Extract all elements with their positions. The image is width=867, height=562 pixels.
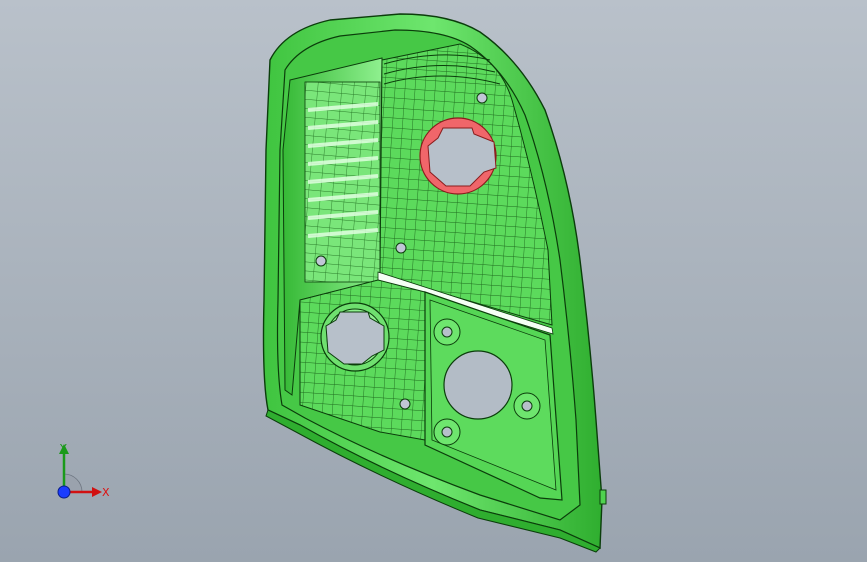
reflector-slats <box>304 81 381 283</box>
y-axis-label: Y <box>60 442 67 455</box>
x-axis-label: X <box>102 486 110 499</box>
coordinate-triad <box>57 444 102 499</box>
selected-bulb-socket <box>419 117 497 195</box>
z-axis-dot <box>57 485 71 499</box>
graphics-viewport[interactable]: Y X <box>0 0 867 562</box>
tail-lamp-housing-model[interactable] <box>0 0 867 562</box>
lower-bulb-socket <box>320 302 390 372</box>
edge-tab <box>599 489 607 505</box>
plate-center-hole <box>443 350 513 420</box>
